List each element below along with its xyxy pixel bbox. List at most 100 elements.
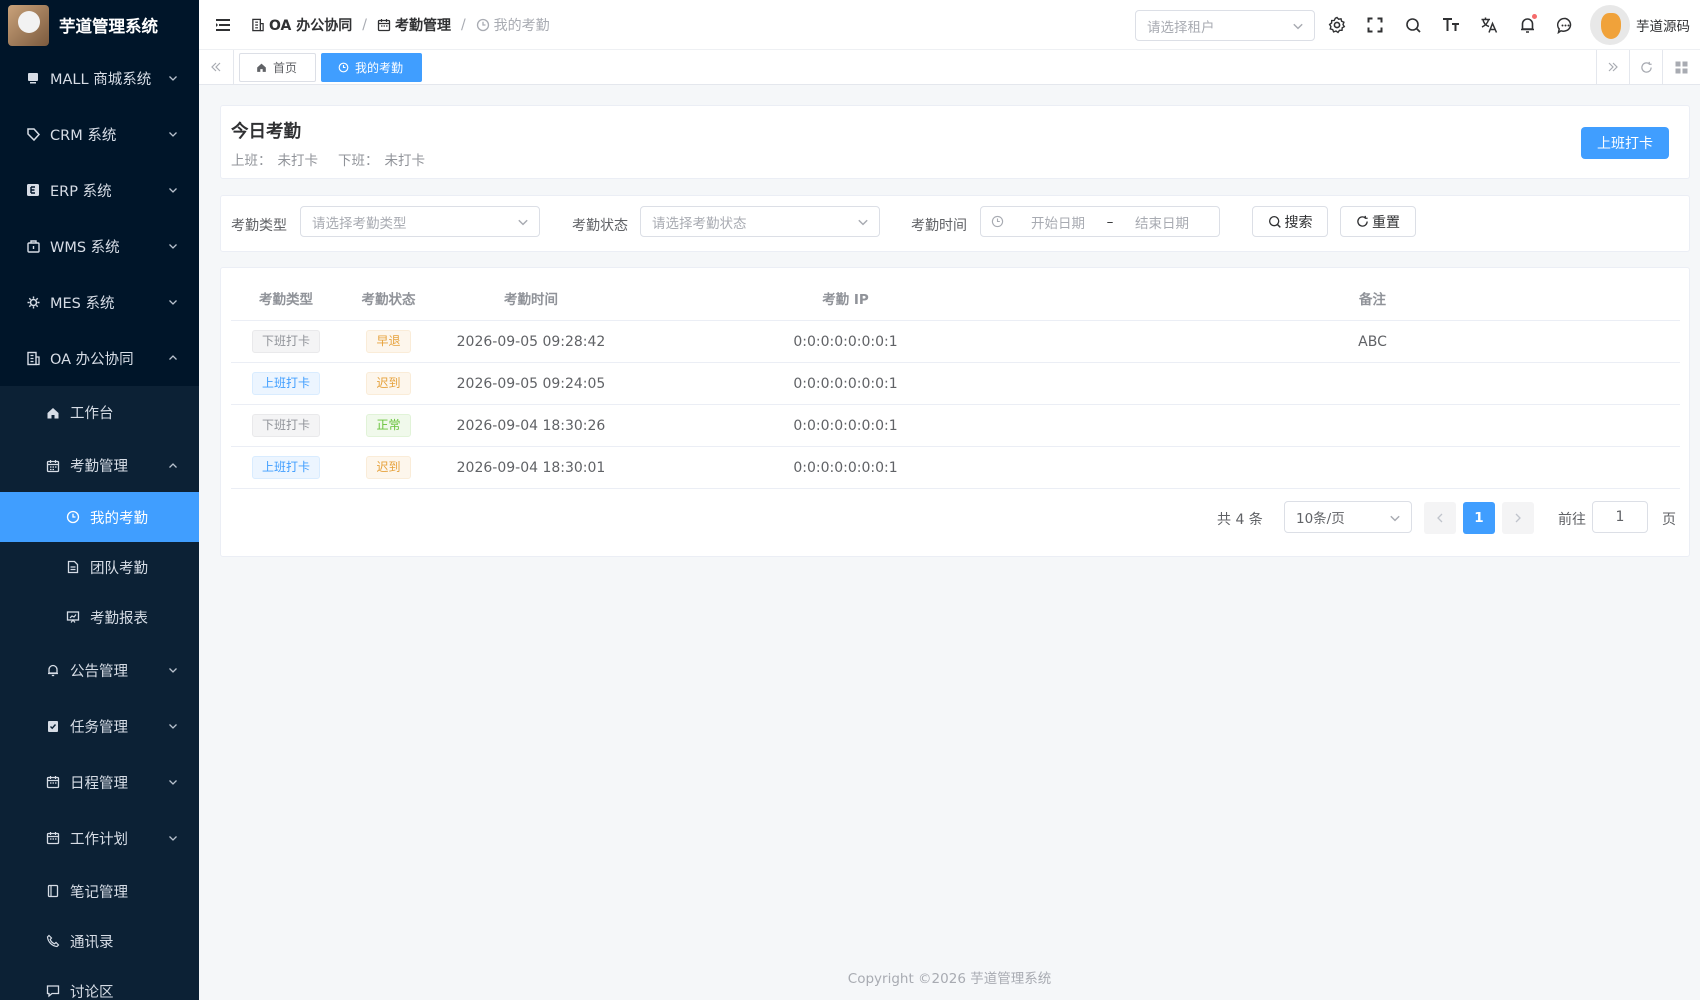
sidebar-item-schedule[interactable]: 日程管理: [0, 754, 199, 810]
user-menu[interactable]: 芋道源码: [1590, 5, 1690, 45]
sidebar-item-label: 笔记管理: [70, 884, 128, 901]
home-icon: [44, 404, 62, 422]
clock-in-button[interactable]: 上班打卡: [1581, 127, 1669, 159]
top-header: OA 办公协同 / 考勤管理 / 我的考勤 请选择租户 芋道源码: [199, 0, 1700, 50]
sidebar-item-task[interactable]: 任务管理: [0, 698, 199, 754]
breadcrumb-separator: /: [460, 16, 466, 33]
breadcrumb-item-current: 我的考勤: [476, 15, 550, 35]
sidebar-item-mall[interactable]: MALL 商城系统: [0, 50, 199, 106]
chevron-down-icon: [167, 240, 179, 252]
type-tag: 下班打卡: [251, 414, 320, 437]
sidebar-item-workbench[interactable]: 工作台: [0, 386, 199, 439]
search-button[interactable]: 搜索: [1252, 206, 1328, 237]
chevron-down-icon: [1389, 512, 1401, 528]
clock-icon: [64, 508, 82, 526]
sidebar-item-attendance[interactable]: 考勤管理: [0, 439, 199, 492]
sidebar-item-label: OA 办公协同: [50, 351, 134, 368]
sidebar-item-contacts[interactable]: 通讯录: [0, 916, 199, 966]
clipboard-icon: [44, 717, 62, 735]
date-range-picker[interactable]: 开始日期 – 结束日期: [980, 206, 1220, 237]
sidebar-item-label: 我的考勤: [90, 510, 148, 527]
column-header: 考勤类型: [259, 292, 313, 308]
scroll-left-icon[interactable]: [199, 50, 234, 84]
chevron-down-icon: [167, 72, 179, 84]
translate-icon[interactable]: [1479, 15, 1499, 35]
page-size-select[interactable]: 10条/页: [1284, 501, 1412, 533]
breadcrumb-item[interactable]: OA 办公协同: [251, 15, 352, 35]
menu-toggle-icon[interactable]: [213, 15, 233, 35]
prev-page-button[interactable]: [1424, 502, 1456, 534]
time-cell: 2026-09-05 09:24:05: [456, 375, 606, 392]
sidebar-item-discussion[interactable]: 讨论区: [0, 966, 199, 1000]
sidebar-item-label: MALL 商城系统: [50, 71, 152, 88]
tab-my-attendance[interactable]: 我的考勤: [321, 53, 422, 82]
sidebar-item-work-plan[interactable]: 工作计划: [0, 810, 199, 866]
tenant-placeholder: 请选择租户: [1147, 19, 1215, 36]
bell-icon: [44, 661, 62, 679]
sidebar-item-erp[interactable]: ERP 系统: [0, 162, 199, 218]
logo[interactable]: 芋道管理系统: [0, 0, 199, 50]
calendar-icon: [44, 829, 62, 847]
building-icon: [252, 18, 264, 31]
breadcrumb-item[interactable]: 考勤管理: [377, 15, 451, 35]
column-header: 备注: [1359, 292, 1386, 308]
refresh-icon: [1357, 215, 1368, 227]
sidebar-item-mes[interactable]: MES 系统: [0, 274, 199, 330]
tab-home[interactable]: 首页: [239, 53, 316, 82]
type-tag: 上班打卡: [251, 456, 320, 479]
sidebar-item-notes[interactable]: 笔记管理: [0, 866, 199, 916]
page-number-current[interactable]: 1: [1463, 502, 1495, 534]
card-title: 今日考勤: [231, 122, 301, 142]
ip-cell: 0:0:0:0:0:0:0:1: [793, 333, 898, 350]
box-icon: [24, 237, 42, 255]
status-tag: 早退: [366, 330, 411, 353]
sidebar-item-my-attendance[interactable]: 我的考勤: [0, 492, 199, 542]
sidebar-item-wms[interactable]: WMS 系统: [0, 218, 199, 274]
calendar-icon: [44, 457, 62, 475]
settings-icon[interactable]: [1327, 15, 1347, 35]
reset-button[interactable]: 重置: [1340, 206, 1416, 237]
breadcrumb-label: 我的考勤: [493, 17, 550, 34]
goto-page-input[interactable]: 1: [1592, 501, 1648, 533]
sidebar-item-team-attendance[interactable]: 团队考勤: [0, 542, 199, 592]
scroll-right-icon[interactable]: [1596, 50, 1629, 84]
end-date-input[interactable]: 结束日期: [1122, 212, 1202, 232]
grid-menu-icon[interactable]: [1662, 50, 1700, 84]
status-tag: 迟到: [366, 456, 411, 479]
font-size-icon[interactable]: [1441, 15, 1461, 35]
reset-button-label: 重置: [1372, 214, 1400, 231]
fullscreen-icon[interactable]: [1365, 15, 1385, 35]
sidebar-item-notice[interactable]: 公告管理: [0, 642, 199, 698]
sidebar-item-label: 日程管理: [70, 775, 128, 792]
chat-icon: [44, 982, 62, 1000]
logo-image: [8, 4, 49, 46]
tenant-select[interactable]: 请选择租户: [1135, 10, 1315, 41]
table-row: 上班打卡 迟到 2026-09-04 18:30:01 0:0:0:0:0:0:…: [231, 447, 1680, 489]
refresh-icon[interactable]: [1629, 50, 1662, 84]
start-date-input[interactable]: 开始日期: [1018, 212, 1098, 232]
ip-cell: 0:0:0:0:0:0:0:1: [793, 375, 898, 392]
sidebar-item-attendance-report[interactable]: 考勤报表: [0, 592, 199, 642]
building-icon: [24, 349, 42, 367]
message-icon[interactable]: [1555, 15, 1575, 35]
chevron-up-icon: [167, 460, 179, 472]
table-row: 下班打卡 早退 2026-09-05 09:28:42 0:0:0:0:0:0:…: [231, 321, 1680, 363]
time-label: 考勤时间: [911, 218, 967, 234]
notebook-icon: [44, 882, 62, 900]
type-select[interactable]: 请选择考勤类型: [300, 206, 540, 237]
sidebar-item-label: 通讯录: [70, 934, 114, 951]
type-tag: 下班打卡: [251, 330, 320, 353]
pagination: 共 4 条 10条/页 1 前往 1 页: [221, 501, 1690, 534]
breadcrumb-separator: /: [362, 16, 367, 33]
next-page-button[interactable]: [1502, 502, 1534, 534]
sidebar-item-crm[interactable]: CRM 系统: [0, 106, 199, 162]
erp-icon: [24, 181, 42, 199]
search-icon[interactable]: [1403, 15, 1423, 35]
sidebar-item-oa[interactable]: OA 办公协同: [0, 330, 199, 386]
column-header: 考勤状态: [361, 292, 416, 308]
status-select[interactable]: 请选择考勤状态: [640, 206, 880, 237]
bell-icon[interactable]: [1517, 14, 1537, 35]
table-header: 考勤类型 考勤状态 考勤时间 考勤 IP 备注: [231, 276, 1680, 321]
tag-icon: [24, 125, 42, 143]
chevron-down-icon: [167, 832, 179, 844]
